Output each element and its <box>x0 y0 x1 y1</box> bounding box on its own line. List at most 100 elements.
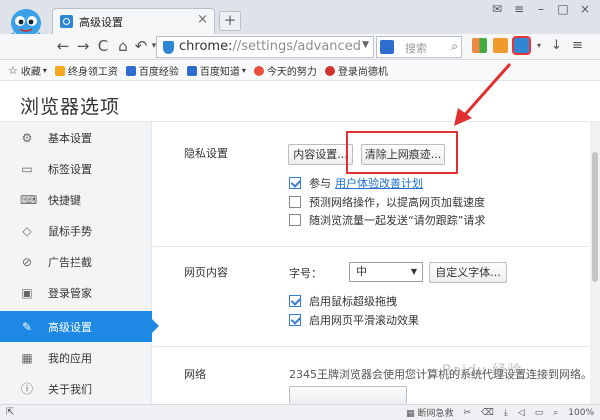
wrench-icon: ✎ <box>21 319 33 334</box>
option-label: 随浏览流量一起发送“请勿跟踪”请求 <box>309 214 486 227</box>
predict-network-option[interactable]: 预测网络操作，以提高网页加载速度 <box>289 194 485 210</box>
network-icon: ▦ <box>406 409 418 419</box>
privacy-section-title: 隐私设置 <box>184 147 228 160</box>
maximize-icon[interactable]: □ <box>556 2 570 16</box>
skin-icon[interactable]: ✉ <box>490 2 504 16</box>
sidebar-item-label: 高级设置 <box>48 320 92 334</box>
status-tools: ▦ 断网急救 ✂ ⌫ ⤓ ◁ ▭ ⌕ 100% <box>406 406 594 420</box>
sidebar-item-label: 登录管家 <box>48 286 92 300</box>
favorites-button[interactable]: ☆ 收藏 ▾ <box>8 63 47 78</box>
security-shield-icon <box>163 41 174 54</box>
sidebar-item-shortcuts[interactable]: ⌨ 快捷键 <box>0 184 152 215</box>
annotation-arrow-icon <box>454 63 512 126</box>
proxy-settings-button[interactable] <box>289 386 407 404</box>
bookmark-label: 今天的努力 <box>266 67 317 78</box>
font-size-label: 字号： <box>289 267 322 280</box>
screenshot-dropdown-icon[interactable]: ▾ <box>535 38 543 53</box>
sidebar-item-label: 我的应用 <box>48 351 92 365</box>
sidebar-item-gestures[interactable]: ◇ 鼠标手势 <box>0 215 152 246</box>
bookmark-label: 百度知道 <box>199 67 240 78</box>
scrollbar-thumb[interactable] <box>592 152 598 282</box>
sidebar-item-label: 鼠标手势 <box>48 224 92 238</box>
window-controls: ✉ ≡ – □ × <box>490 2 592 16</box>
experience-checkbox[interactable] <box>289 177 301 189</box>
dnt-checkbox[interactable] <box>289 214 301 226</box>
volume-icon[interactable]: ◁ <box>518 408 525 418</box>
zoom-icon[interactable]: ⌕ <box>553 408 558 418</box>
section-divider <box>153 346 600 347</box>
tab-close-icon[interactable]: × <box>197 12 208 27</box>
sidebar-item-label: 快捷键 <box>48 193 81 207</box>
close-window-icon[interactable]: × <box>578 2 592 16</box>
smooth-scroll-checkbox[interactable] <box>289 314 301 326</box>
address-dropdown-icon[interactable]: ▼ <box>362 40 369 50</box>
apps-grid-icon[interactable] <box>472 38 487 53</box>
bookmark-item[interactable]: 百度知道 ▾ <box>186 63 246 78</box>
forward-icon[interactable]: → <box>74 37 92 55</box>
download-status-icon[interactable]: ⤓ <box>504 408 508 418</box>
font-size-select[interactable]: 中 ▼ <box>349 262 423 282</box>
super-drag-checkbox[interactable] <box>289 295 301 307</box>
bookmark-item[interactable]: 百度经验 <box>125 63 179 78</box>
sidebar-item-label: 标签设置 <box>48 162 92 176</box>
search-icon[interactable]: ⌕ <box>451 39 458 54</box>
do-not-track-option[interactable]: 随浏览流量一起发送“请勿跟踪”请求 <box>289 212 485 228</box>
back-icon[interactable]: ← <box>54 37 72 55</box>
sidebar-item-tabs[interactable]: ▭ 标签设置 <box>0 153 152 184</box>
smooth-scroll-option[interactable]: 启用网页平滑滚动效果 <box>289 312 419 328</box>
main-menu-icon[interactable]: ≡ <box>570 38 585 53</box>
block-icon: ⊘ <box>21 254 33 269</box>
bookmark-item[interactable]: 登录尚德机 <box>324 63 388 78</box>
search-engine-icon[interactable] <box>380 40 394 54</box>
bookmark-label: 百度经验 <box>138 67 179 78</box>
sidebar-item-advanced[interactable]: ✎ 高级设置 <box>0 311 159 342</box>
screen-icon[interactable]: ▭ <box>535 408 544 418</box>
network-rescue-button[interactable]: ▦ 断网急救 <box>406 406 453 419</box>
clean-icon[interactable]: ⌫ <box>481 408 494 418</box>
network-section-title: 网络 <box>184 368 206 381</box>
sidebar-item-login-manager[interactable]: ▣ 登录管家 <box>0 277 152 308</box>
minimize-icon[interactable]: – <box>534 2 548 16</box>
expand-icon[interactable]: ⇱ <box>6 407 14 418</box>
bookmark-item[interactable]: 终身领工资 <box>54 63 118 78</box>
bookmark-favicon-icon <box>186 65 197 76</box>
experience-program-option[interactable]: 参与 用户体验改善计划 <box>289 175 423 191</box>
content-settings-button[interactable]: 内容设置... <box>288 144 353 165</box>
sidebar-item-my-apps[interactable]: ▦ 我的应用 <box>0 342 152 373</box>
sidebar-item-about[interactable]: ⓘ 关于我们 <box>0 373 152 404</box>
new-tab-button[interactable]: + <box>219 11 241 31</box>
option-label: 启用网页平滑滚动效果 <box>309 314 419 327</box>
tab-advanced-settings[interactable]: 高级设置 × <box>52 8 215 34</box>
home-icon[interactable]: ⌂ <box>114 37 132 55</box>
address-bar[interactable]: chrome://settings/advanced ▼ <box>156 36 374 58</box>
option-label: 启用鼠标超级拖拽 <box>309 295 397 308</box>
page-title: 浏览器选项 <box>20 96 121 118</box>
url-scheme: chrome: <box>179 39 233 54</box>
chevron-down-icon: ▼ <box>410 267 417 276</box>
content-scrollbar[interactable] <box>590 122 600 404</box>
sidebar-item-adblock[interactable]: ⊘ 广告拦截 <box>0 246 152 277</box>
menu-icon[interactable]: ≡ <box>512 2 526 16</box>
search-input[interactable]: 搜索 <box>405 40 427 56</box>
toolbar-extensions: ▾ ↓ ≡ <box>472 36 585 55</box>
bookmark-item[interactable]: 今天的努力 <box>253 63 317 78</box>
super-drag-option[interactable]: 启用鼠标超级拖拽 <box>289 293 397 309</box>
reload-icon[interactable]: C <box>94 37 112 55</box>
network-rescue-label: 断网急救 <box>417 409 454 419</box>
sidebar-item-basic[interactable]: ⚙ 基本设置 <box>0 122 152 153</box>
bookmark-favicon-icon <box>125 65 136 76</box>
search-box[interactable]: 搜索 ⌕ <box>376 36 462 58</box>
download-icon[interactable]: ↓ <box>549 38 564 53</box>
custom-fonts-button[interactable]: 自定义字体... <box>429 262 507 283</box>
zoom-level[interactable]: 100% <box>568 408 594 418</box>
bookmark-favicon-icon <box>253 65 264 76</box>
option-label: 参与 <box>309 177 331 190</box>
tab-title: 高级设置 <box>79 16 123 29</box>
option-label: 预测网络操作，以提高网页加载速度 <box>309 196 485 209</box>
address-url[interactable]: chrome://settings/advanced <box>179 39 361 54</box>
image-tool-icon[interactable] <box>493 38 508 53</box>
predict-checkbox[interactable] <box>289 196 301 208</box>
screenshot-icon[interactable] <box>512 36 531 55</box>
tools-icon[interactable]: ✂ <box>464 408 472 418</box>
experience-program-link[interactable]: 用户体验改善计划 <box>335 175 423 191</box>
